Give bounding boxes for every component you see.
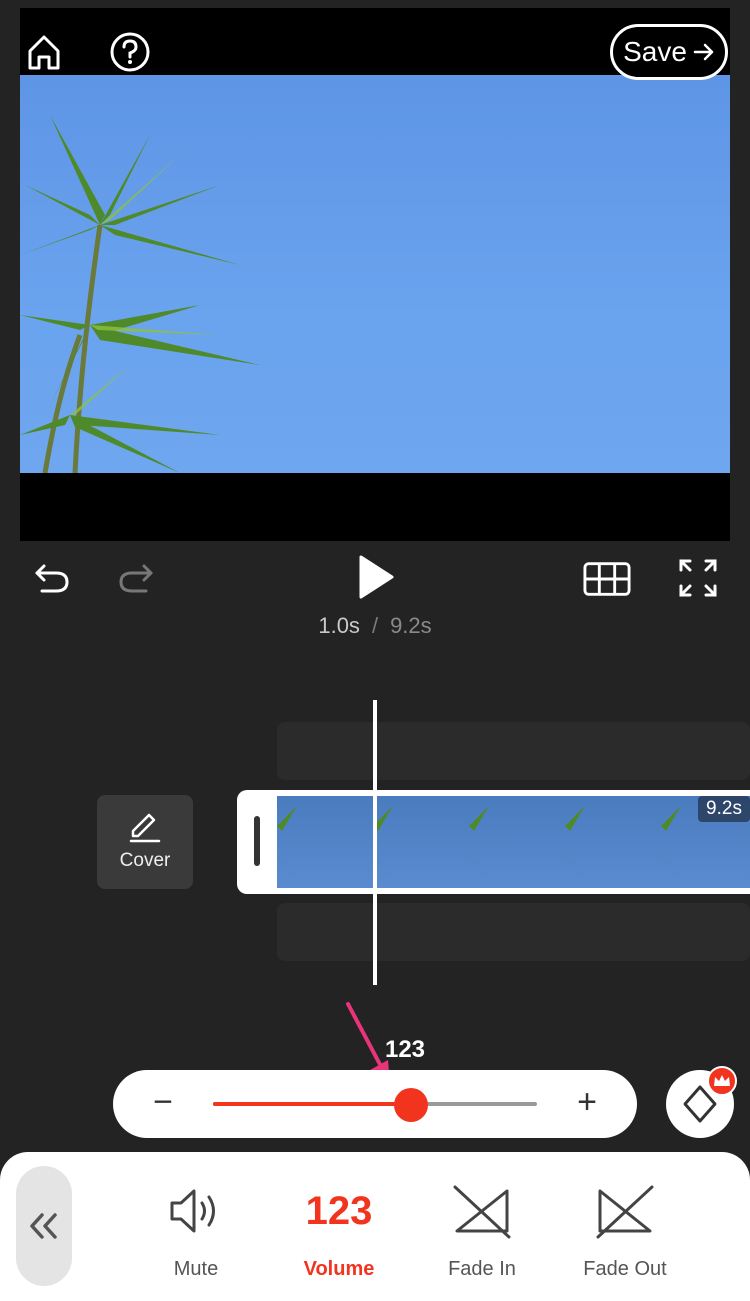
home-icon[interactable] [22, 30, 66, 74]
arrow-right-icon [693, 43, 714, 61]
audio-track-row-top[interactable] [277, 722, 750, 780]
volume-value-label: 123 [384, 1036, 426, 1063]
video-frame [20, 75, 730, 473]
cover-label: Cover [119, 850, 171, 871]
premium-crown-badge [707, 1066, 737, 1096]
volume-tool[interactable]: 123 Volume [274, 1180, 404, 1281]
mute-tool[interactable]: Mute [131, 1180, 261, 1281]
fade-out-label: Fade Out [583, 1258, 667, 1280]
speaker-icon [170, 1189, 215, 1233]
volume-slider-fill [213, 1102, 411, 1106]
playback-time: 1.0s / 9.2s [0, 613, 750, 639]
palm-tree-image [20, 115, 260, 473]
fade-out-icon [596, 1185, 654, 1239]
pencil-icon [129, 813, 161, 843]
crown-icon [714, 1075, 730, 1086]
volume-label: Volume [303, 1258, 375, 1280]
playhead[interactable] [373, 700, 377, 985]
time-separator: / [371, 613, 379, 638]
save-button-label: Save [623, 36, 687, 67]
collapse-button[interactable] [16, 1166, 72, 1286]
volume-decrease-button[interactable]: − [143, 1082, 183, 1122]
fade-out-tool[interactable]: Fade Out [560, 1180, 690, 1281]
fade-in-icon [453, 1185, 511, 1239]
fade-in-tool[interactable]: Fade In [417, 1180, 547, 1281]
undo-icon[interactable] [28, 554, 76, 602]
current-time: 1.0s [318, 613, 360, 638]
volume-increase-button[interactable]: + [567, 1082, 607, 1122]
total-time: 9.2s [390, 613, 432, 638]
grid-icon[interactable] [583, 555, 631, 603]
fullscreen-icon[interactable] [674, 554, 722, 602]
play-icon[interactable] [351, 553, 399, 601]
redo-icon[interactable] [112, 554, 160, 602]
clip-thumbnails [277, 796, 750, 888]
audio-track-row-bottom[interactable] [277, 903, 750, 961]
volume-slider-thumb[interactable] [393, 1088, 428, 1122]
volume-tool-value: 123 [305, 1188, 373, 1233]
help-icon[interactable] [108, 30, 152, 74]
double-chevron-left-icon [30, 1213, 57, 1239]
clip-duration-badge: 9.2s [698, 796, 750, 822]
save-button[interactable]: Save [610, 24, 728, 80]
clip-trim-handle[interactable] [254, 816, 260, 866]
cover-button[interactable]: Cover [97, 795, 193, 889]
fade-in-label: Fade In [448, 1258, 516, 1280]
mute-label: Mute [173, 1258, 219, 1280]
